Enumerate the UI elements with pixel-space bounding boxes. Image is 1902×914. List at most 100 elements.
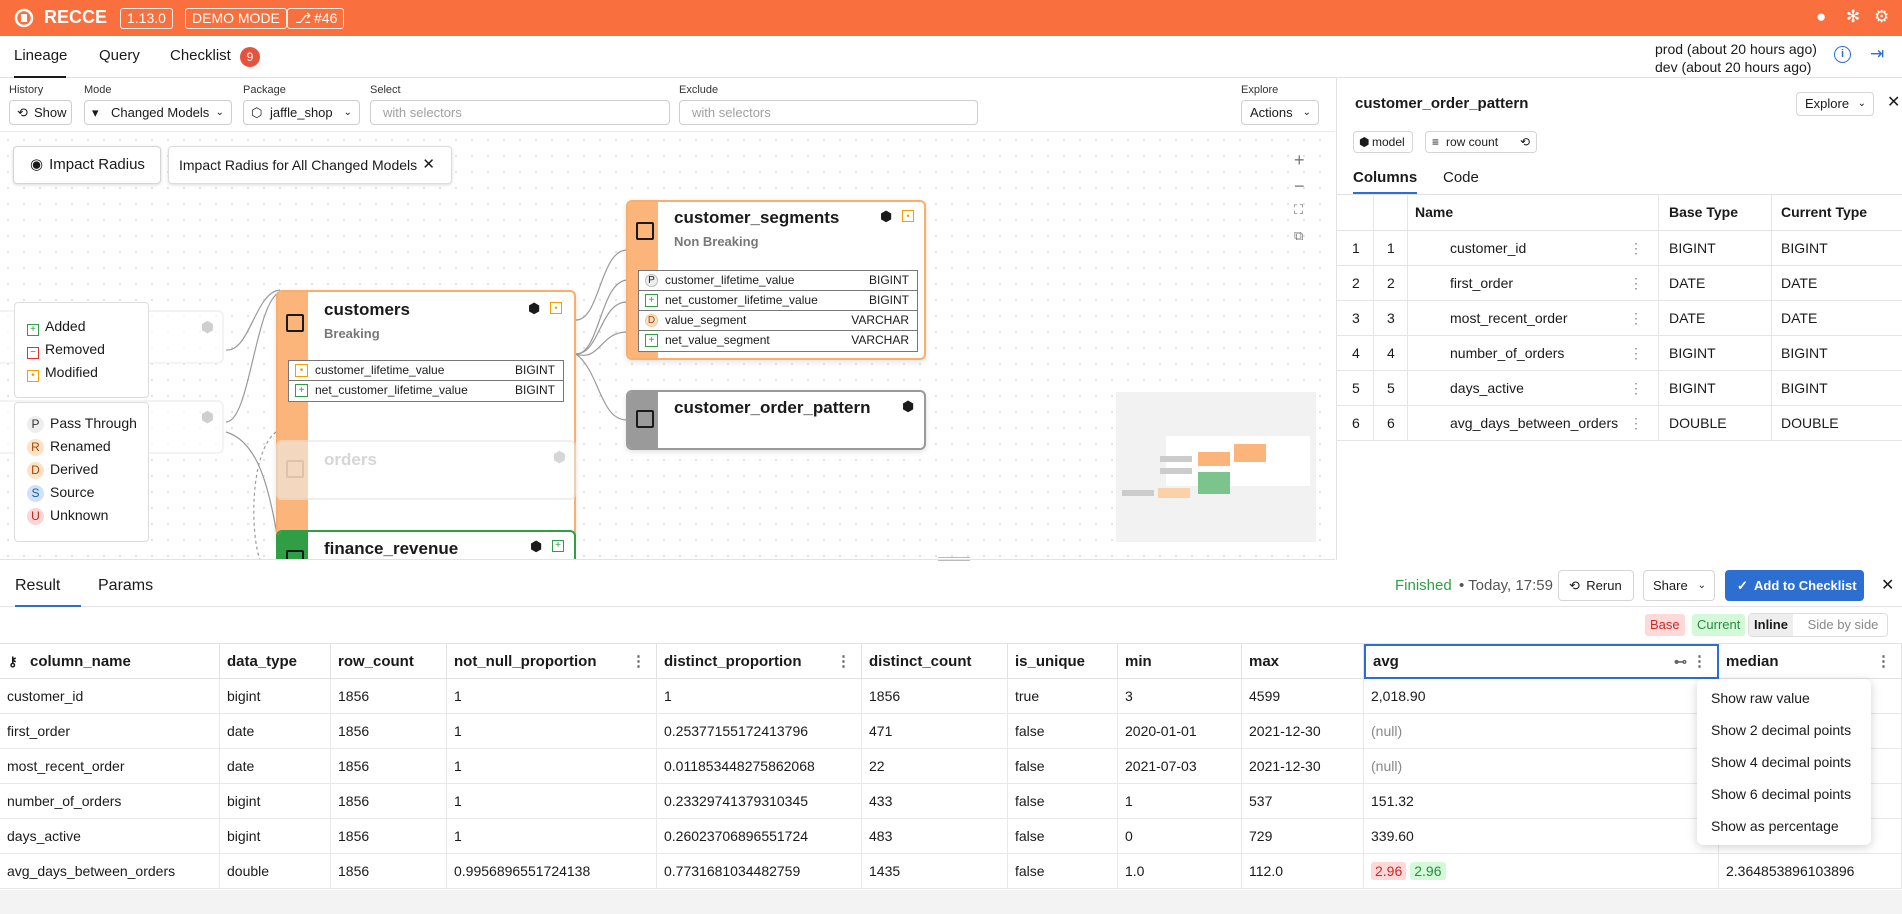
column-row[interactable]: + net_customer_lifetime_value BIGINT (639, 291, 917, 311)
grid-cell[interactable]: 729 (1242, 819, 1364, 854)
grid-header-distinct-count[interactable]: distinct_count (862, 644, 1008, 679)
grid-cell[interactable]: (null) (1364, 749, 1719, 784)
grid-cell[interactable]: 2.96 2.96 (1364, 854, 1719, 889)
actions-button[interactable]: Actions ⌄ (1241, 100, 1319, 125)
add-to-checklist-button[interactable]: ✓ Add to Checklist (1725, 570, 1864, 601)
grid-header-row-count[interactable]: row_count (331, 644, 447, 679)
grid-cell[interactable]: most_recent_order (0, 749, 220, 784)
columns-table-row[interactable]: 4 4 number_of_orders BIGINT BIGINT ⋮ (1337, 336, 1902, 371)
columns-table-row[interactable]: 5 5 days_active BIGINT BIGINT ⋮ (1337, 371, 1902, 406)
grid-cell[interactable]: true (1008, 679, 1118, 714)
grid-cell[interactable]: number_of_orders (0, 784, 220, 819)
grid-cell[interactable]: 151.32 (1364, 784, 1719, 819)
grid-cell[interactable]: 1 (447, 714, 657, 749)
minimap[interactable] (1116, 392, 1316, 542)
grid-cell[interactable]: 1 (447, 819, 657, 854)
grid-cell[interactable]: first_order (0, 714, 220, 749)
tab-columns[interactable]: Columns (1353, 164, 1418, 194)
grid-cell[interactable]: 1 (447, 679, 657, 714)
fit-view-icon[interactable]: ⛶ (1294, 202, 1303, 218)
grid-cell[interactable]: 0 (1118, 819, 1242, 854)
grid-cell[interactable]: false (1008, 714, 1118, 749)
grid-cell[interactable]: 0.25377155172413796 (657, 714, 862, 749)
column-menu-icon[interactable]: ⋮ (1629, 371, 1643, 406)
grid-cell[interactable]: 433 (862, 784, 1008, 819)
grid-header-column-name[interactable]: column_name ⚷ (0, 644, 220, 679)
grid-cell[interactable]: 1 (657, 679, 862, 714)
grid-cell[interactable]: false (1008, 819, 1118, 854)
column-menu-icon[interactable]: ⋮ (1629, 336, 1643, 371)
zoom-out-icon[interactable]: − (1294, 176, 1305, 197)
grid-cell[interactable]: 0.011853448275862068 (657, 749, 862, 784)
settings-icon[interactable]: ⚙ (1874, 7, 1889, 27)
inline-option[interactable]: Inline (1749, 614, 1793, 636)
grid-cell[interactable]: 1435 (862, 854, 1008, 889)
grid-cell[interactable]: bigint (220, 819, 331, 854)
column-menu-icon[interactable]: ⋮ (1629, 301, 1643, 336)
grid-cell[interactable]: 1856 (331, 854, 447, 889)
grid-cell[interactable]: 1 (1118, 784, 1242, 819)
column-row[interactable]: + net_customer_lifetime_value BIGINT (289, 381, 563, 401)
grid-cell[interactable]: double (220, 854, 331, 889)
grid-row[interactable]: number_of_orders bigint 1856 1 0.23329741379… (0, 784, 1902, 819)
grid-header-avg[interactable]: avg ⋮ ⊷ (1364, 644, 1719, 679)
github-icon[interactable]: ● (1816, 7, 1826, 27)
node-select-checkbox[interactable] (286, 314, 304, 332)
grid-cell[interactable]: 4599 (1242, 679, 1364, 714)
tab-query[interactable]: Query (99, 36, 140, 78)
column-row[interactable]: Pcustomer_lifetime_value BIGINT (639, 271, 917, 291)
menu-item-4dp[interactable]: Show 4 decimal points (1711, 754, 1851, 770)
slack-icon[interactable]: ✻ (1846, 7, 1860, 27)
grid-cell[interactable]: (null) (1364, 714, 1719, 749)
grid-cell[interactable]: avg_days_between_orders (0, 854, 220, 889)
node-customers[interactable]: customers ⬢ • Breaking • customer_lifetim… (276, 290, 576, 544)
grid-header-is-unique[interactable]: is_unique (1008, 644, 1118, 679)
grid-cell[interactable]: bigint (220, 784, 331, 819)
logout-icon[interactable]: ⇥ (1870, 44, 1884, 64)
grid-cell[interactable]: 2.364853896103896 (1719, 854, 1902, 889)
grid-cell[interactable]: 0.7731681034482759 (657, 854, 862, 889)
grid-cell[interactable]: false (1008, 784, 1118, 819)
mode-select[interactable]: ▾ Changed Models ⌄ (84, 100, 232, 125)
exclude-input[interactable]: with selectors (679, 100, 978, 125)
grid-cell[interactable]: 2,018.90 (1364, 679, 1719, 714)
grid-row[interactable]: most_recent_order date 1856 1 0.011853448275… (0, 749, 1902, 784)
node-customer-segments[interactable]: customer_segments ⬢ • Non Breaking Pcust… (626, 200, 926, 360)
node-select-checkbox[interactable] (636, 222, 654, 240)
menu-item-percentage[interactable]: Show as percentage (1711, 818, 1839, 834)
grid-cell[interactable]: 3 (1118, 679, 1242, 714)
column-menu-icon[interactable]: ⋮ (836, 644, 851, 679)
grid-cell[interactable]: 1 (447, 749, 657, 784)
menu-item-2dp[interactable]: Show 2 decimal points (1711, 722, 1851, 738)
grid-cell[interactable]: bigint (220, 679, 331, 714)
grid-cell[interactable]: 471 (862, 714, 1008, 749)
grid-cell[interactable]: 1 (447, 784, 657, 819)
grid-header-median[interactable]: median ⋮ (1719, 644, 1902, 679)
tab-params[interactable]: Params (98, 566, 153, 607)
menu-item-6dp[interactable]: Show 6 decimal points (1711, 786, 1851, 802)
columns-table-row[interactable]: 2 2 first_order DATE DATE ⋮ (1337, 266, 1902, 301)
grid-row[interactable]: first_order date 1856 1 0.25377155172413796 4… (0, 714, 1902, 749)
rerun-button[interactable]: ⟲ Rerun (1558, 570, 1634, 601)
grid-cell[interactable]: 483 (862, 819, 1008, 854)
column-menu-icon[interactable]: ⋮ (1629, 231, 1643, 266)
node-select-checkbox[interactable] (636, 410, 654, 428)
tab-result[interactable]: Result (15, 566, 81, 607)
column-menu-icon[interactable]: ⋮ (631, 644, 646, 679)
grid-cell[interactable]: 1856 (862, 679, 1008, 714)
grid-row[interactable]: days_active bigint 1856 1 0.2602370689655172… (0, 819, 1902, 854)
grid-header-data-type[interactable]: data_type (220, 644, 331, 679)
tab-lineage[interactable]: Lineage (14, 36, 67, 78)
close-icon[interactable]: ✕ (1887, 92, 1900, 112)
grid-cell[interactable]: 0.26023706896551724 (657, 819, 862, 854)
grid-cell[interactable]: date (220, 749, 331, 784)
grid-cell[interactable]: 1856 (331, 749, 447, 784)
columns-table-row[interactable]: 6 6 avg_days_between_orders DOUBLE DOUBLE ⋮ (1337, 406, 1902, 441)
grid-cell[interactable]: 0.9956896551724138 (447, 854, 657, 889)
node-finance-revenue[interactable]: finance_revenue ⬢ + (276, 530, 576, 560)
column-row[interactable]: + net_value_segment VARCHAR (639, 331, 917, 351)
pr-badge[interactable]: ⎇ #46 (287, 8, 345, 29)
lineage-canvas[interactable]: ◉ Impact Radius Impact Radius for All Cha… (0, 132, 1335, 560)
info-icon[interactable]: i (1834, 46, 1851, 63)
grid-cell[interactable]: date (220, 714, 331, 749)
